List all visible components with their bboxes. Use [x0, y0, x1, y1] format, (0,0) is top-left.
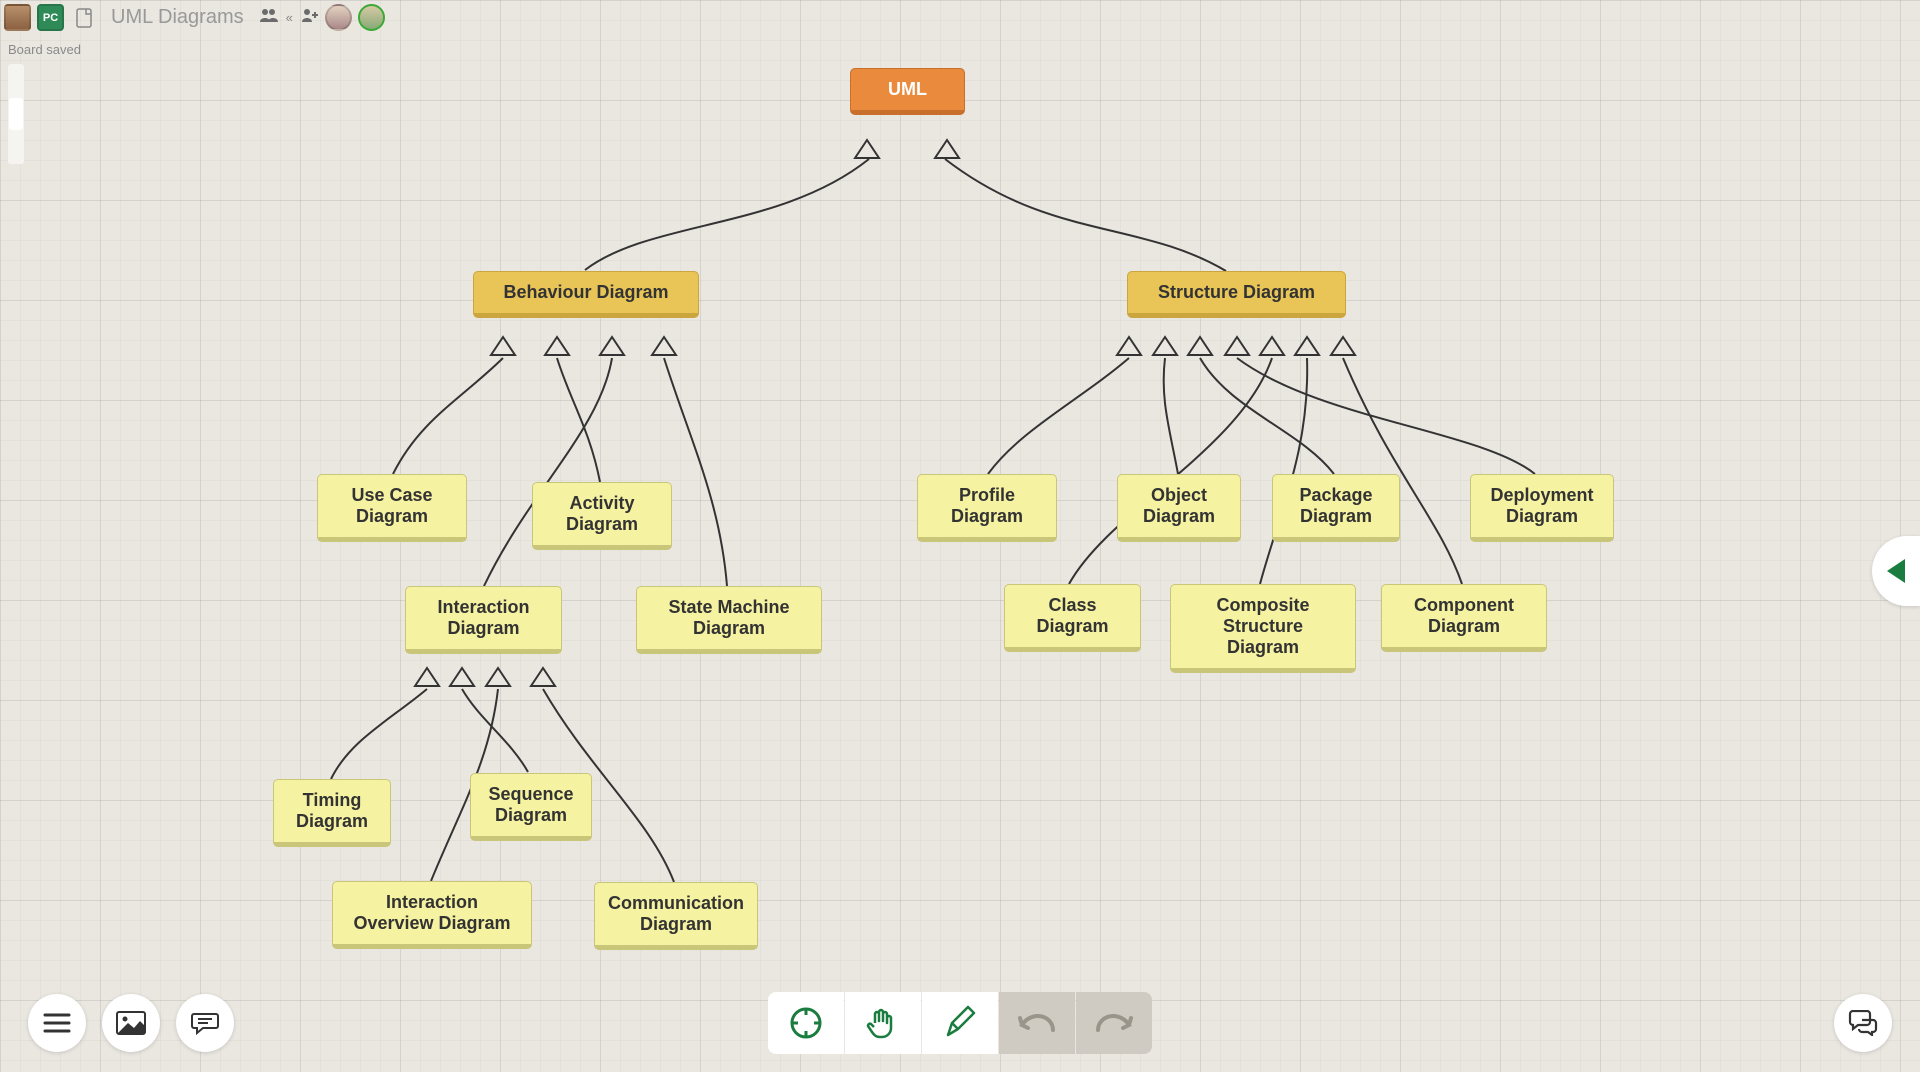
zoom-slider[interactable] [8, 64, 24, 164]
avatar-user-pc[interactable]: PC [37, 4, 64, 31]
node-usecase[interactable]: Use Case Diagram [317, 474, 467, 542]
node-component[interactable]: Component Diagram [1381, 584, 1547, 652]
menu-button[interactable] [28, 994, 86, 1052]
board-file-icon[interactable] [70, 4, 97, 31]
tool-draw[interactable] [922, 992, 998, 1054]
board-title[interactable]: UML Diagrams [111, 6, 244, 29]
node-timing[interactable]: Timing Diagram [273, 779, 391, 847]
triangle-left-icon [1887, 559, 1905, 583]
node-behaviour[interactable]: Behaviour Diagram [473, 271, 699, 318]
node-profile[interactable]: Profile Diagram [917, 474, 1057, 542]
node-deployment[interactable]: Deployment Diagram [1470, 474, 1614, 542]
tool-undo [999, 992, 1075, 1054]
node-package[interactable]: Package Diagram [1272, 474, 1400, 542]
node-composite[interactable]: Composite Structure Diagram [1170, 584, 1356, 673]
participants-icon[interactable] [260, 8, 278, 27]
tool-redo [1076, 992, 1152, 1054]
tool-navigate[interactable] [768, 992, 844, 1054]
add-user-icon[interactable] [301, 8, 319, 27]
chat-button[interactable] [1834, 994, 1892, 1052]
save-status: Board saved [8, 42, 81, 57]
node-structure[interactable]: Structure Diagram [1127, 271, 1346, 318]
collaborator-avatar-2[interactable] [358, 4, 385, 31]
bottom-left-tools [28, 994, 234, 1052]
node-statemachine[interactable]: State Machine Diagram [636, 586, 822, 654]
comments-button[interactable] [176, 994, 234, 1052]
collaborator-avatar-1[interactable] [325, 4, 352, 31]
node-interactionoverview[interactable]: Interaction Overview Diagram [332, 881, 532, 949]
node-class[interactable]: Class Diagram [1004, 584, 1141, 652]
tool-pan[interactable] [845, 992, 921, 1054]
avatar-user-1[interactable] [4, 4, 31, 31]
node-sequence[interactable]: Sequence Diagram [470, 773, 592, 841]
node-activity[interactable]: Activity Diagram [532, 482, 672, 550]
export-image-button[interactable] [102, 994, 160, 1052]
topbar: PC UML Diagrams « [4, 4, 1916, 31]
main-toolbar [768, 992, 1152, 1054]
node-interaction[interactable]: Interaction Diagram [405, 586, 562, 654]
collapse-icon[interactable]: « [286, 10, 293, 25]
node-object[interactable]: Object Diagram [1117, 474, 1241, 542]
node-uml[interactable]: UML [850, 68, 965, 115]
node-communication[interactable]: Communication Diagram [594, 882, 758, 950]
